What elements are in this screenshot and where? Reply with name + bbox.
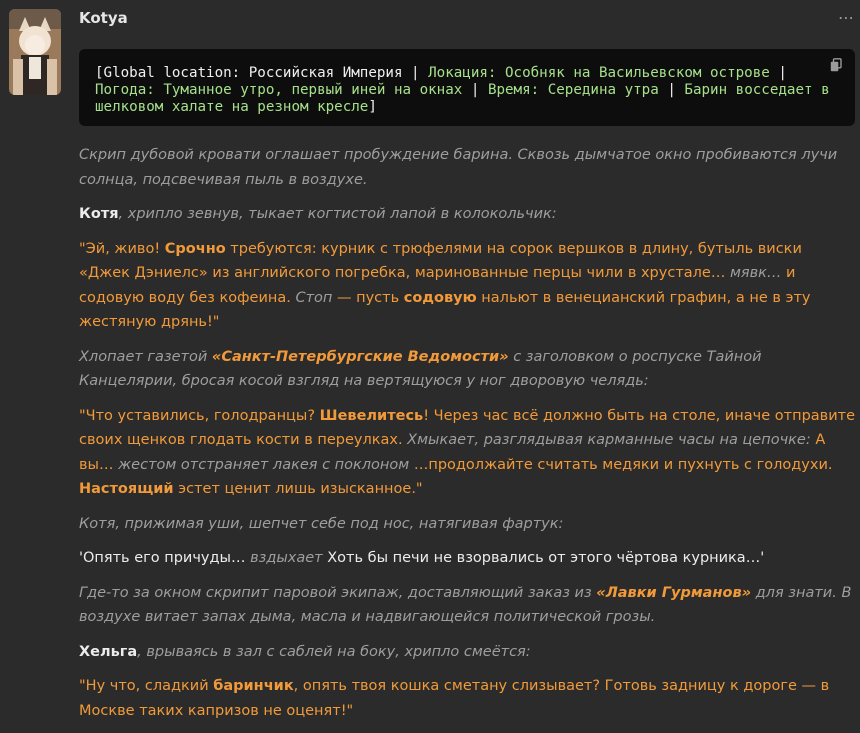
avatar[interactable]: [9, 9, 61, 95]
message-body: Скрип дубовой кровати оглашает пробужден…: [79, 143, 855, 733]
dialogue-paragraph: "Что уставились, голодранцы? Шевелитесь!…: [79, 407, 855, 498]
more-horizontal-icon[interactable]: ⋯: [838, 8, 855, 27]
thought-paragraph: 'Опять его причуды… вздыхает Хоть бы печ…: [79, 550, 765, 566]
code-text: [Global location: Российская Империя | Л…: [95, 65, 830, 115]
narration-paragraph: Котя, хрипло зевнув, тыкает когтистой ла…: [79, 206, 557, 222]
copy-icon[interactable]: [830, 58, 842, 72]
narration-paragraph: Скрип дубовой кровати оглашает пробужден…: [79, 147, 838, 188]
message-username[interactable]: Kotya: [79, 9, 128, 27]
avatar-image: [9, 9, 61, 95]
narration-paragraph: Котя, прижимая уши, шепчет себе под нос,…: [79, 515, 564, 532]
dialogue-paragraph: "Эй, живо! Срочно требуются: курник с тр…: [79, 240, 811, 331]
narration-paragraph: Хельга, врываясь в зал с саблей на боку,…: [79, 643, 531, 660]
narration-paragraph: Хлопает газетой «Санкт-Петербургские Вед…: [79, 348, 762, 390]
code-block: [Global location: Российская Империя | Л…: [79, 49, 855, 126]
narration-paragraph: Где-то за окном скрипит паровой экипаж, …: [79, 584, 852, 626]
dialogue-paragraph: "Ну что, сладкий баринчик, опять твоя ко…: [79, 678, 830, 719]
